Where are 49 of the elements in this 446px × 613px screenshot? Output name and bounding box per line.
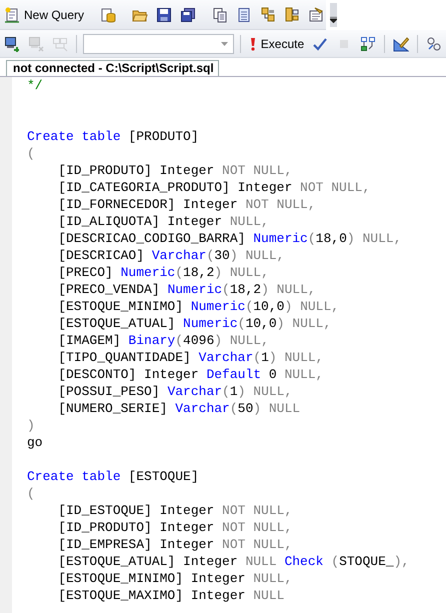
code-line: [PRECO_VENDA] Numeric(18,2) NULL, [57,281,317,298]
caret-icon [330,16,338,22]
checkmark-icon [312,36,328,52]
code-line: [PRECO] Numeric(18,2) NULL, [57,264,270,281]
pencil-ruler-icon [393,36,410,52]
code-line: [DESCRICAO] Varchar(30) NULL, [57,247,286,264]
code-line: [DESCONTO] Integer Default 0 NULL, [57,366,324,383]
code-line: [ID_CATEGORIA_PRODUTO] Integer NOT NULL, [57,179,372,196]
code-line: [TIPO_QUANTIDADE] Varchar(1) NULL, [57,349,324,366]
code-line: [POSSUI_PESO] Varchar(1) NULL, [57,383,294,400]
toolbar-button[interactable]: New Query [2,4,86,26]
computers-icon [52,36,68,52]
code-line: [ID_PRODUTO] Integer NOT NULL, [57,162,294,179]
exclamation-icon [248,36,257,52]
notepad-icon [236,6,252,22]
diagram-icon [360,36,376,52]
code-line: [IMAGEM] Binary(4096) NULL, [57,332,270,349]
code-line: [ESTOQUE_MINIMO] Numeric(10,0) NULL, [57,298,340,315]
code-line: ) [27,417,36,434]
new-query-icon [4,6,20,22]
code-line: Create table [PRODUTO] [27,128,200,145]
code-line: ( [27,145,36,162]
overflow-button[interactable] [330,2,338,26]
code-line: [ID_EMPRESA] Integer NOT NULL, [57,536,294,553]
code-line: Create table [ESTOQUE] [27,468,200,485]
code-line: [ESTOQUE_ATUAL] Integer NULL Check (STOQUE_), [57,553,410,570]
code-line: [ID_ALIQUOTA] Integer NULL, [57,213,270,230]
code-line: */ [27,77,44,94]
floppy-disks-icon [180,6,196,22]
code-line: [ESTOQUE_MAXIMO] Integer NULL [57,587,286,604]
computer-icon [28,36,44,52]
code-line: go [27,434,44,451]
database-tree-icon [260,6,276,22]
document-tab[interactable]: not connected - C:\Script\Script.sql [6,60,219,76]
computer-icon [4,36,20,52]
toolbar-button[interactable]: Execute [246,32,306,54]
code-line: [ID_PRODUTO] Integer NOT NULL, [57,519,294,536]
code-line: [DESCRICAO_CODIGO_BARRA] Numeric(18,0) NULL, [57,230,402,247]
caret-icon [220,42,228,46]
code-line: [ID_FORNECEDOR] Integer NOT NULL, [57,196,317,213]
properties-icon [308,6,324,22]
code-line: [ESTOQUE_ATUAL] Numeric(10,0) NULL, [57,315,332,332]
code-line: [NUMERO_SERIE] Varchar(50) NULL [57,400,302,417]
document-database-icon [100,6,116,22]
code-line: ( [27,485,36,502]
code-line: [ID_ESTOQUE] Integer NOT NULL, [57,502,294,519]
database-tree-icon [284,6,300,22]
code-line: [ESTOQUE_MINIMO] Integer NULL, [57,570,294,587]
documents-icon [212,6,228,22]
